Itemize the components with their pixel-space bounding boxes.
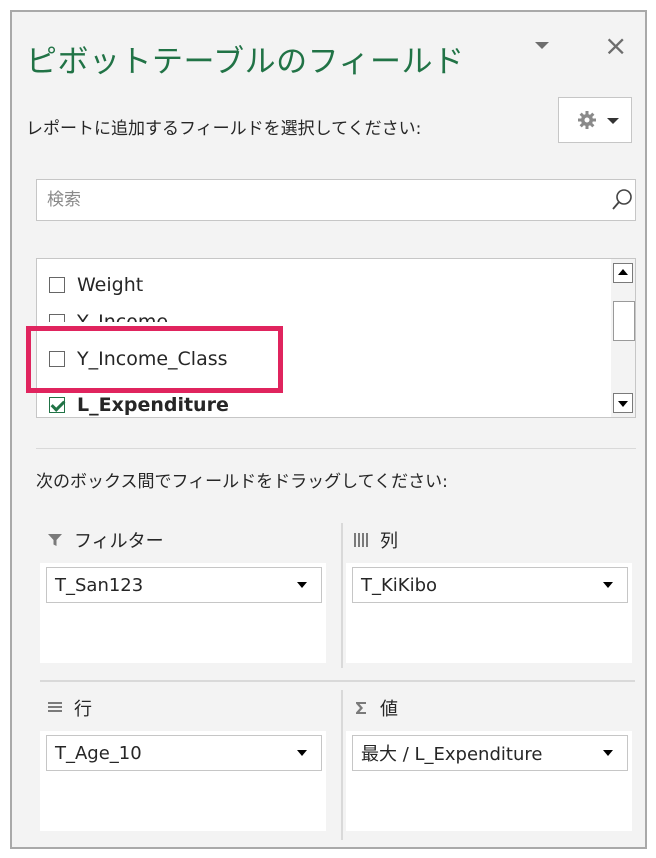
area-filters-dropzone[interactable]: T_San123 xyxy=(40,563,326,663)
gear-icon xyxy=(578,111,596,129)
scroll-down-button[interactable] xyxy=(613,393,633,413)
chevron-down-icon[interactable] xyxy=(297,750,307,756)
chevron-down-icon[interactable] xyxy=(603,582,613,588)
area-divider-horizontal xyxy=(40,680,635,682)
rows-icon xyxy=(48,702,62,712)
field-label: L_Expenditure xyxy=(77,394,229,416)
field-checkbox[interactable] xyxy=(49,351,65,367)
section-divider xyxy=(36,448,636,449)
column-field-pill[interactable]: T_KiKibo xyxy=(352,567,628,603)
search-input[interactable] xyxy=(37,180,597,220)
pill-label: T_Age_10 xyxy=(55,742,142,764)
field-item-l-expenditure[interactable]: L_Expenditure xyxy=(49,387,229,417)
pill-label: T_San123 xyxy=(55,574,144,596)
filter-field-pill[interactable]: T_San123 xyxy=(46,567,322,603)
area-filters-header: フィルター xyxy=(46,527,164,553)
pane-subtitle: レポートに追加するフィールドを選択してください: xyxy=(26,119,422,139)
area-label: 列 xyxy=(380,531,398,552)
field-checkbox[interactable] xyxy=(49,314,65,322)
area-rows-header: 行 xyxy=(46,695,92,721)
field-checkbox-checked[interactable] xyxy=(49,397,65,413)
arrow-down-icon xyxy=(618,401,628,407)
field-item-y-income-class[interactable]: Y_Income_Class xyxy=(49,341,228,377)
filter-icon xyxy=(48,534,62,546)
row-field-pill[interactable]: T_Age_10 xyxy=(46,735,322,771)
area-divider-vertical xyxy=(341,523,343,668)
field-item-y-income[interactable]: Y_Income xyxy=(49,304,169,333)
chevron-down-icon[interactable] xyxy=(297,582,307,588)
arrow-up-icon xyxy=(618,269,628,275)
field-label: Y_Income xyxy=(77,311,169,333)
pill-label: T_KiKibo xyxy=(361,574,438,596)
tools-button[interactable] xyxy=(558,97,632,143)
field-label: Y_Income_Class xyxy=(77,348,228,370)
pane-options-dropdown[interactable] xyxy=(535,42,549,49)
area-divider-vertical xyxy=(341,690,343,840)
area-label: 値 xyxy=(380,699,398,720)
field-item-weight[interactable]: Weight xyxy=(49,267,143,303)
pill-label: 最大 / L_Expenditure xyxy=(361,744,543,765)
area-label: フィルター xyxy=(74,531,164,552)
area-label: 行 xyxy=(74,699,92,720)
columns-icon xyxy=(354,533,368,547)
area-columns-header: 列 xyxy=(352,527,398,553)
scrollbar[interactable] xyxy=(611,259,635,417)
field-label: Weight xyxy=(77,274,144,296)
search-box[interactable] xyxy=(36,179,636,221)
sigma-icon xyxy=(356,702,366,714)
chevron-down-icon xyxy=(607,118,619,124)
pane-title: ピボットテーブルのフィールド xyxy=(26,44,465,80)
close-button[interactable]: × xyxy=(604,32,627,60)
chevron-down-icon[interactable] xyxy=(603,750,613,756)
area-rows-dropzone[interactable]: T_Age_10 xyxy=(40,731,326,831)
area-values-header: 値 xyxy=(352,695,398,721)
value-field-pill[interactable]: 最大 / L_Expenditure xyxy=(352,735,628,771)
drag-instruction: 次のボックス間でフィールドをドラッグしてください: xyxy=(36,472,448,492)
search-icon[interactable] xyxy=(611,188,633,212)
area-values-dropzone[interactable]: 最大 / L_Expenditure xyxy=(346,731,632,831)
scroll-up-button[interactable] xyxy=(613,263,633,283)
area-columns-dropzone[interactable]: T_KiKibo xyxy=(346,563,632,663)
field-list[interactable]: Weight Y_Income Y_Income_Class L_Expendi… xyxy=(36,258,636,418)
scroll-thumb[interactable] xyxy=(613,301,635,341)
field-checkbox[interactable] xyxy=(49,277,65,293)
